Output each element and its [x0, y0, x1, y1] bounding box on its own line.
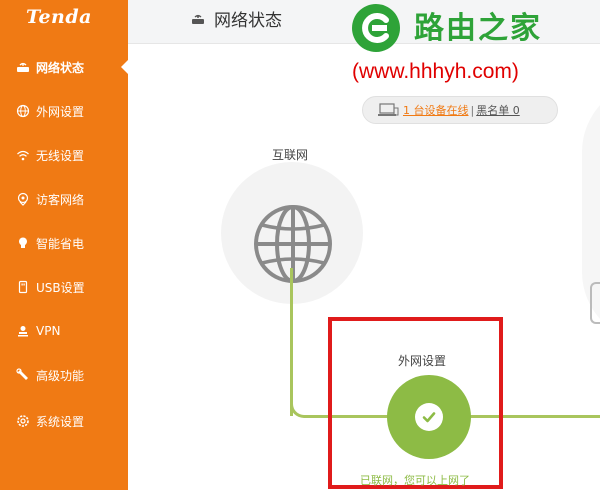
sidebar-item-label: 访客网络 [36, 192, 85, 207]
sidebar-item-label: 无线设置 [36, 148, 85, 163]
vpn-icon [16, 324, 30, 338]
tenda-logo: Tenda [26, 6, 92, 28]
globe-icon [252, 203, 334, 285]
sidebar-item-system[interactable]: 系统设置 [0, 404, 128, 438]
online-devices-link[interactable]: 1 台设备在线 [403, 102, 469, 118]
separator: | [470, 103, 475, 117]
router-admin-page: Tenda 网络状态 外网设置 无线设置 访客网络 智能省电 USB设置 VPN… [0, 0, 600, 490]
watermark-site-name: 路由之家 [414, 11, 542, 46]
connection-line [290, 268, 293, 416]
sidebar-item-label: VPN [36, 324, 61, 338]
sidebar-item-wan-settings[interactable]: 外网设置 [0, 94, 128, 128]
internet-label: 互联网 [272, 148, 309, 162]
guest-icon [16, 192, 30, 206]
sidebar-item-usb[interactable]: USB设置 [0, 270, 128, 304]
sidebar-item-label: 系统设置 [36, 414, 85, 429]
sidebar-item-label: 外网设置 [36, 104, 85, 119]
bulb-icon [16, 236, 30, 250]
sidebar-item-label: 高级功能 [36, 368, 85, 383]
gear-icon [16, 414, 30, 428]
connection-line-curve [290, 398, 320, 418]
sidebar-item-power-saving[interactable]: 智能省电 [0, 226, 128, 260]
sidebar-item-guest-network[interactable]: 访客网络 [0, 182, 128, 216]
router-icon [190, 11, 206, 27]
wan-settings-label: 外网设置 [398, 354, 447, 368]
usb-icon [16, 280, 30, 294]
sidebar-item-advanced[interactable]: 高级功能 [0, 358, 128, 392]
sidebar-item-label: 智能省电 [36, 236, 85, 251]
sidebar-item-label: 网络状态 [36, 60, 85, 75]
wan-status-text: 已联网，您可以上网了 [360, 474, 470, 487]
sidebar: Tenda 网络状态 外网设置 无线设置 访客网络 智能省电 USB设置 VPN… [0, 0, 128, 490]
sidebar-item-network-status[interactable]: 网络状态 [0, 50, 128, 84]
watermark-url: (www.hhhyh.com) [352, 60, 519, 83]
watermark-logo-icon [350, 2, 402, 54]
sidebar-item-vpn[interactable]: VPN [0, 314, 128, 348]
wrench-icon [16, 368, 30, 382]
sidebar-item-label: USB设置 [36, 280, 85, 295]
wan-status-node[interactable] [387, 375, 471, 459]
check-icon [415, 403, 443, 431]
wifi-icon [16, 148, 30, 162]
page-title-text: 网络状态 [214, 11, 282, 31]
router-icon [16, 60, 30, 74]
page-title: 网络状态 [190, 6, 282, 31]
laptop-icon [377, 103, 399, 117]
blacklist-link[interactable]: 黑名单 0 [476, 102, 520, 118]
client-device-icon [590, 282, 600, 324]
globe-icon [16, 104, 30, 118]
sidebar-item-wireless[interactable]: 无线设置 [0, 138, 128, 172]
device-status-pill: 1 台设备在线 | 黑名单 0 [362, 96, 558, 124]
